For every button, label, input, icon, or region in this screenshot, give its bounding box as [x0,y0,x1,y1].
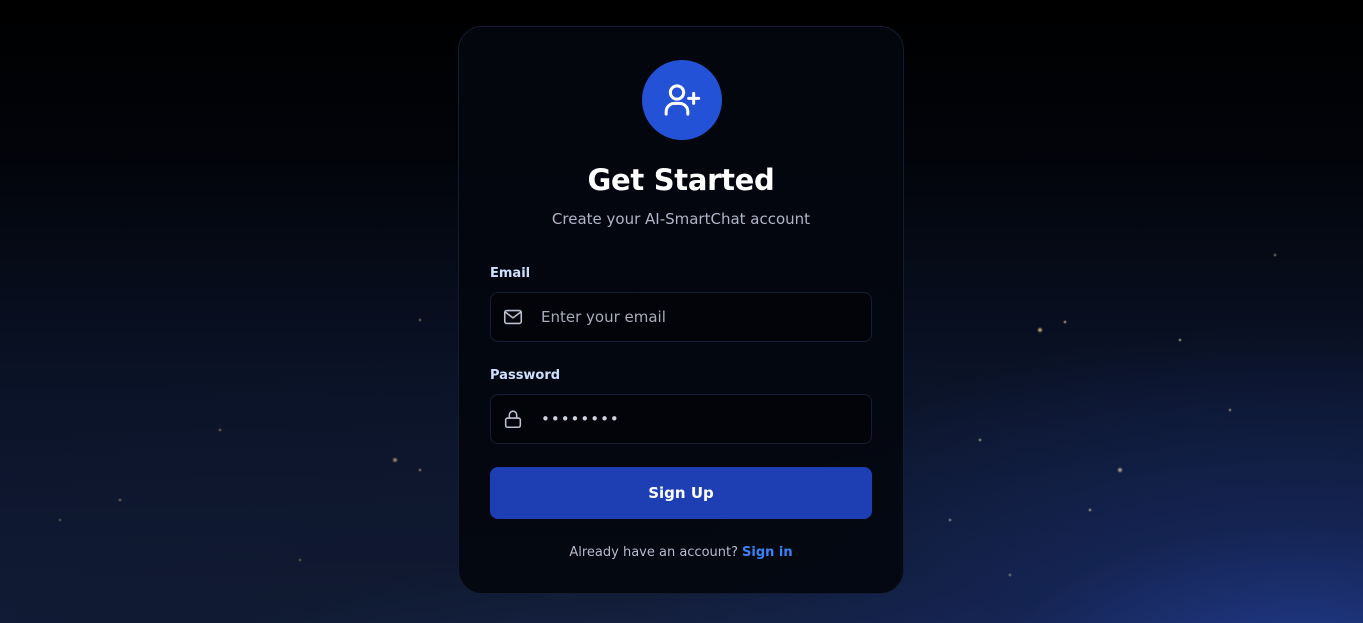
signin-prompt-text: Already have an account? [569,545,739,560]
email-input[interactable] [539,307,859,327]
user-plus-icon [642,60,722,140]
signin-prompt: Already have an account? Sign in [459,545,903,560]
email-label: Email [490,266,531,281]
password-label: Password [490,368,561,383]
sign-in-link[interactable]: Sign in [742,545,793,560]
page-subtitle: Create your AI-SmartChat account [551,210,811,228]
lock-icon [502,408,524,430]
page-title: Get Started [587,163,775,197]
signup-card: Get Started Create your AI-SmartChat acc… [458,26,904,594]
sign-up-button[interactable]: Sign Up [490,467,872,519]
password-input[interactable] [539,409,859,429]
mail-icon [502,306,524,328]
email-field[interactable] [490,292,872,342]
password-field[interactable] [490,394,872,444]
